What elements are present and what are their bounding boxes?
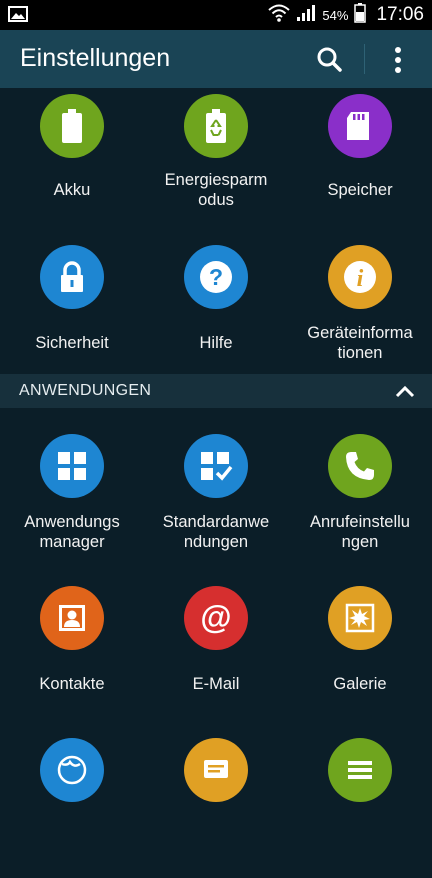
signal-icon [296,4,316,27]
action-bar: Einstellungen [0,30,432,88]
sd-card-icon [328,94,392,158]
settings-item-geraeteinformationen[interactable]: i Geräteinforma tionen [288,238,432,388]
settings-item-standardanwendungen[interactable]: Standardanwe ndungen [144,424,288,574]
search-icon [317,47,342,72]
settings-item-anwendungsmanager[interactable]: Anwendungs manager [0,424,144,574]
settings-item-partial-3[interactable] [288,728,432,878]
section-title: ANWENDUNGEN [19,382,152,399]
power-saving-icon [184,94,248,158]
wifi-icon [268,4,291,27]
image-notification-icon [8,6,28,27]
settings-item-email[interactable]: @ E-Mail [144,576,288,726]
action-bar-divider [364,44,365,74]
svg-text:?: ? [209,264,223,290]
chevron-up-icon[interactable] [394,382,416,400]
list-icon [328,738,392,802]
settings-item-label: Sicherheit [35,334,109,352]
more-options-button[interactable] [384,42,412,78]
svg-text:i: i [357,266,364,292]
settings-item-anrufeinstellungen[interactable]: Anrufeinstellu ngen [288,424,432,574]
settings-item-label: Energiesparm odus [164,171,268,209]
settings-item-label: Akku [53,181,91,199]
settings-item-label: Hilfe [199,334,233,352]
settings-item-partial-2[interactable] [144,728,288,878]
help-icon: ? [184,245,248,309]
phone-icon [328,434,392,498]
settings-item-label: Anrufeinstellu ngen [310,513,410,551]
settings-item-label: Standardanwe ndungen [162,513,270,551]
search-button[interactable] [312,42,348,78]
page-title: Einstellungen [20,44,171,72]
globe-icon [40,738,104,802]
clock: 17:06 [376,4,424,25]
message-icon [184,738,248,802]
svg-text:@: @ [200,600,231,635]
settings-item-energiesparmodus[interactable]: Energiesparm odus [144,88,288,238]
settings-item-label: Geräteinforma tionen [307,324,413,362]
settings-item-partial-1[interactable] [0,728,144,878]
section-header-anwendungen[interactable]: ANWENDUNGEN [0,374,432,408]
battery-icon [354,2,367,28]
default-apps-icon [184,434,248,498]
app-grid-icon [40,434,104,498]
settings-item-label: Kontakte [39,675,105,693]
battery-percent: 54% [322,7,349,23]
settings-item-hilfe[interactable]: ? Hilfe [144,238,288,388]
settings-item-label: Anwendungs manager [24,513,120,551]
battery-icon [40,94,104,158]
contact-icon [40,586,104,650]
settings-item-sicherheit[interactable]: Sicherheit [0,238,144,388]
status-bar: 54% 17:06 [0,0,432,30]
settings-item-kontakte[interactable]: Kontakte [0,576,144,726]
settings-item-galerie[interactable]: Galerie [288,576,432,726]
more-vert-icon [395,47,401,73]
settings-item-label: Galerie [333,675,387,693]
settings-item-label: Speicher [327,181,393,199]
gallery-icon [328,586,392,650]
settings-item-speicher[interactable]: Speicher [288,88,432,238]
lock-icon [40,245,104,309]
info-icon: i [328,245,392,309]
settings-item-label: E-Mail [192,675,240,693]
settings-item-akku[interactable]: Akku [0,88,144,238]
email-icon: @ [184,586,248,650]
